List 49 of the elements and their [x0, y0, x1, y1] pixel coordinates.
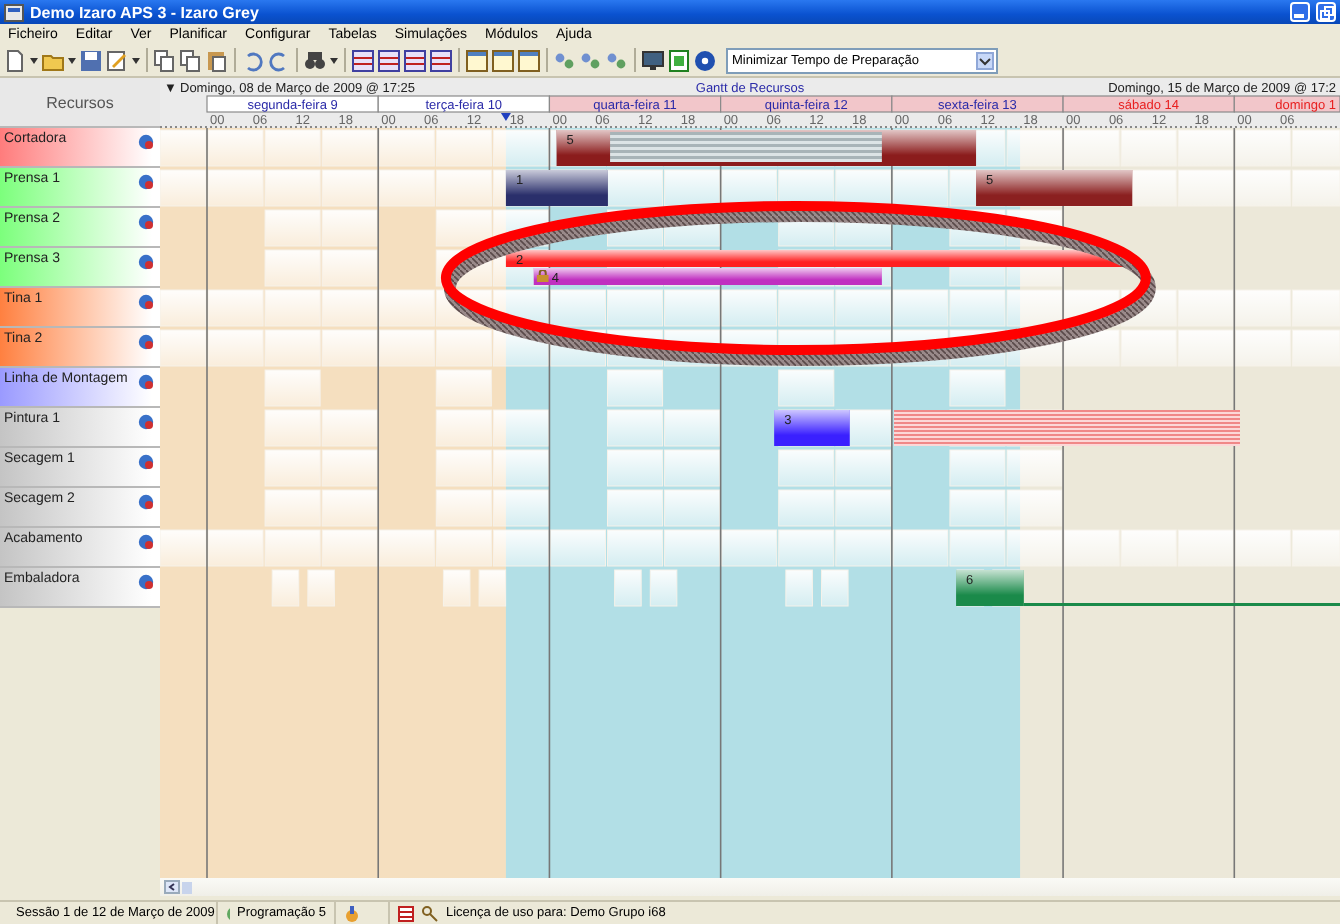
resource-icon — [138, 574, 154, 590]
new-document-icon[interactable] — [4, 49, 26, 71]
resource-icon — [138, 174, 154, 190]
window-icon[interactable] — [518, 49, 540, 71]
resource-icon — [138, 134, 154, 150]
window-title: Demo Izaro APS 3 - Izaro Grey — [30, 3, 259, 21]
nodes-icon[interactable] — [554, 49, 576, 71]
scroll-left-icon[interactable] — [164, 880, 180, 894]
dropdown-arrow-icon — [976, 51, 994, 69]
caret-icon[interactable] — [132, 57, 140, 63]
app-icon — [4, 3, 24, 21]
restore-button[interactable] — [1316, 2, 1336, 22]
grid-icon[interactable] — [430, 49, 452, 71]
caret-icon[interactable] — [330, 57, 338, 63]
grid-icon[interactable] — [404, 49, 426, 71]
edit-icon[interactable] — [106, 49, 128, 71]
undo-icon[interactable] — [242, 49, 264, 71]
save-icon[interactable] — [80, 49, 102, 71]
resource-icon — [138, 214, 154, 230]
grid-icon — [398, 905, 414, 921]
resource-icon — [138, 334, 154, 350]
column-heading: Recursos — [46, 93, 114, 111]
horizontal-scrollbar[interactable] — [160, 878, 1340, 896]
help-icon[interactable] — [694, 49, 716, 71]
grid-icon[interactable] — [352, 49, 374, 71]
resource-icon — [138, 294, 154, 310]
calculator-icon[interactable] — [668, 49, 690, 71]
paste-icon[interactable] — [206, 49, 228, 71]
resource-icon — [138, 494, 154, 510]
window-icon[interactable] — [466, 49, 488, 71]
nodes-icon[interactable] — [580, 49, 602, 71]
nodes-icon[interactable] — [606, 49, 628, 71]
resource-icon — [138, 254, 154, 270]
redo-icon[interactable] — [268, 49, 290, 71]
copy-icon[interactable] — [154, 49, 176, 71]
copy-icon[interactable] — [180, 49, 202, 71]
caret-icon[interactable] — [30, 57, 38, 63]
caret-icon[interactable] — [68, 57, 76, 63]
window-icon[interactable] — [492, 49, 514, 71]
monitor-icon[interactable] — [642, 49, 664, 71]
resource-icon — [138, 414, 154, 430]
restore-icon — [1319, 5, 1333, 19]
resource-icon — [138, 454, 154, 470]
resource-icon — [138, 534, 154, 550]
minimize-button[interactable] — [1290, 2, 1310, 22]
grid-icon[interactable] — [378, 49, 400, 71]
binoculars-icon[interactable] — [304, 49, 326, 71]
resource-icon — [138, 374, 154, 390]
scrollbar-thumb[interactable] — [182, 881, 192, 893]
